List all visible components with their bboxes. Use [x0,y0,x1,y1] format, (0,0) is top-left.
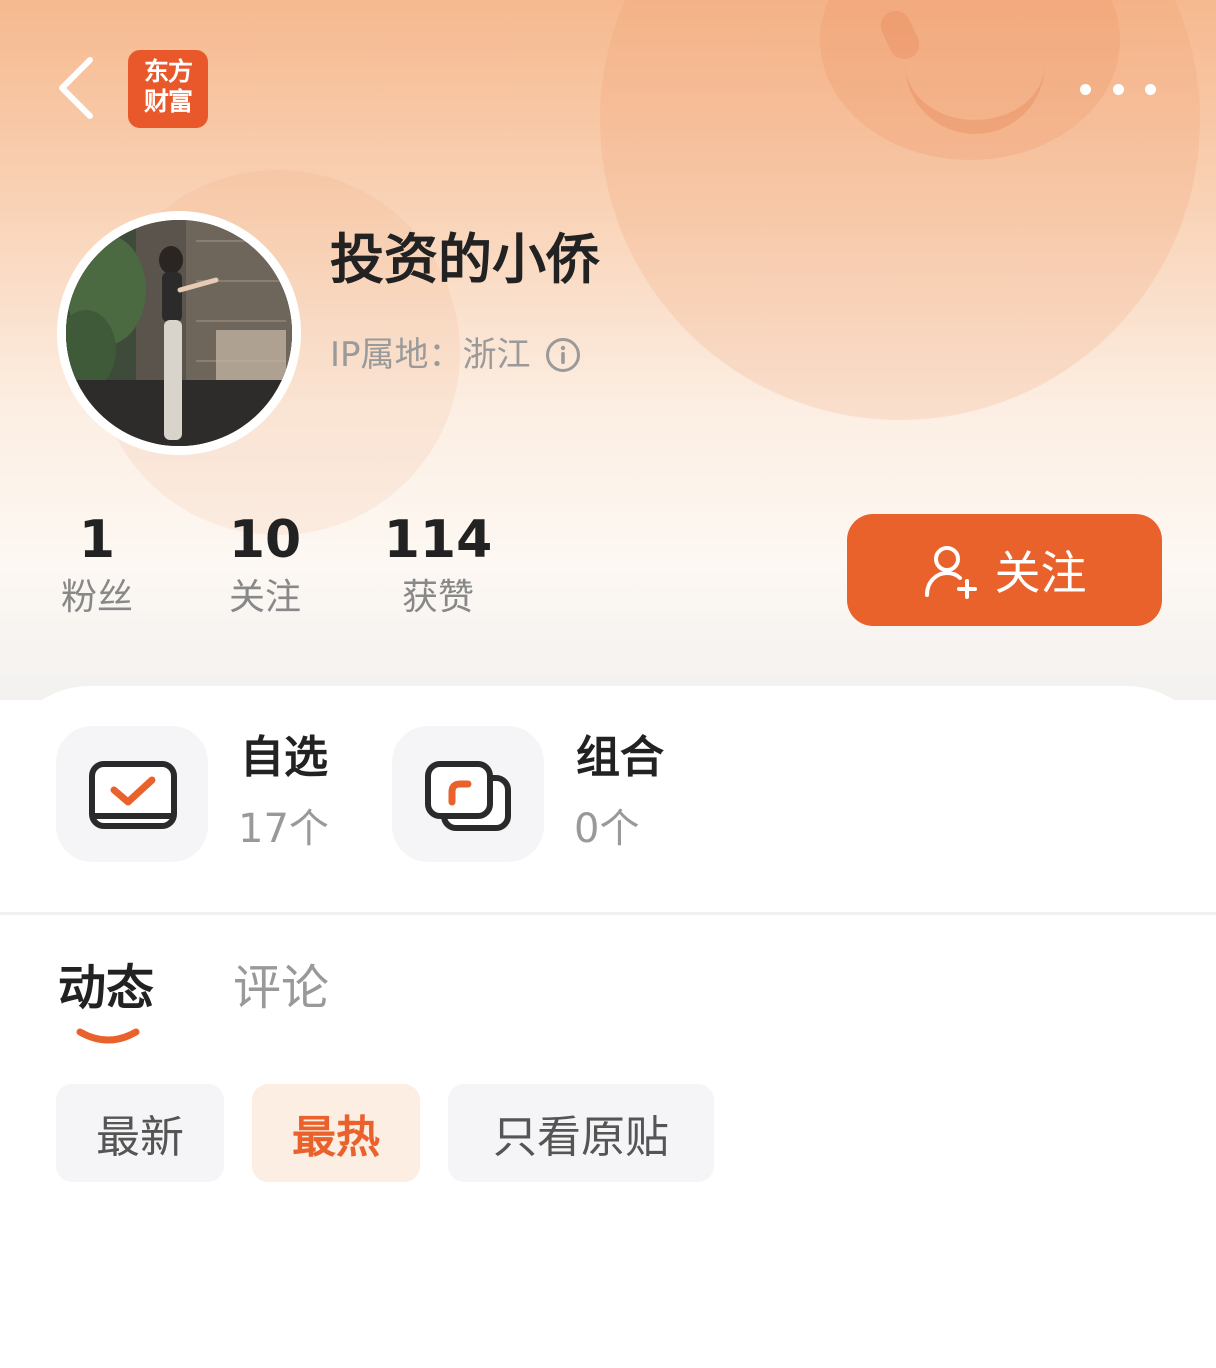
watchlist-tile[interactable] [56,726,208,862]
filter-hottest[interactable]: 最热 [252,1084,420,1182]
filter-latest[interactable]: 最新 [56,1084,224,1182]
stat-fans[interactable]: 1 粉丝 [50,512,144,622]
portfolio-icon [425,761,511,831]
follow-button-label: 关注 [994,546,1087,600]
avatar[interactable] [66,220,292,446]
stat-value: 10 [228,510,302,570]
portfolio-title[interactable]: 组合 [576,728,664,788]
watchlist-count: 17个 [238,806,329,852]
watchlist-title[interactable]: 自选 [240,728,328,788]
app-logo: 东方 财富 [128,50,208,128]
stat-label: 粉丝 [60,577,133,618]
info-icon[interactable] [545,337,581,373]
ip-location: IP属地：浙江 [330,332,581,378]
stat-following[interactable]: 10 关注 [218,512,312,622]
logo-line1: 东方 [143,57,193,86]
checkbox-icon [89,761,177,829]
add-user-icon [924,546,977,599]
avatar-photo [66,220,292,446]
stat-label: 获赞 [401,577,474,618]
back-button[interactable] [56,56,100,120]
stat-likes[interactable]: 114 获赞 [380,512,496,622]
more-dots-icon [1145,83,1156,95]
stat-value: 114 [383,510,493,570]
follow-button[interactable]: 关注 [847,514,1162,626]
stat-value: 1 [78,510,116,570]
more-dots-icon [1112,83,1124,95]
portfolio-tile[interactable] [392,726,544,862]
more-dots-icon [1080,83,1091,95]
username: 投资的小侨 [330,228,600,291]
portfolio-count: 0个 [574,806,640,852]
tab-comments[interactable]: 评论 [233,956,329,1020]
tab-posts[interactable]: 动态 [58,956,154,1020]
ip-location-label: IP属地：浙江 [330,335,531,375]
stat-label: 关注 [228,577,301,618]
more-button[interactable] [1080,78,1156,100]
filter-original-only[interactable]: 只看原贴 [448,1084,714,1182]
section-divider [0,912,1216,915]
chevron-left-icon [59,57,93,119]
logo-line2: 财富 [143,87,193,116]
active-tab-indicator [76,1028,140,1044]
